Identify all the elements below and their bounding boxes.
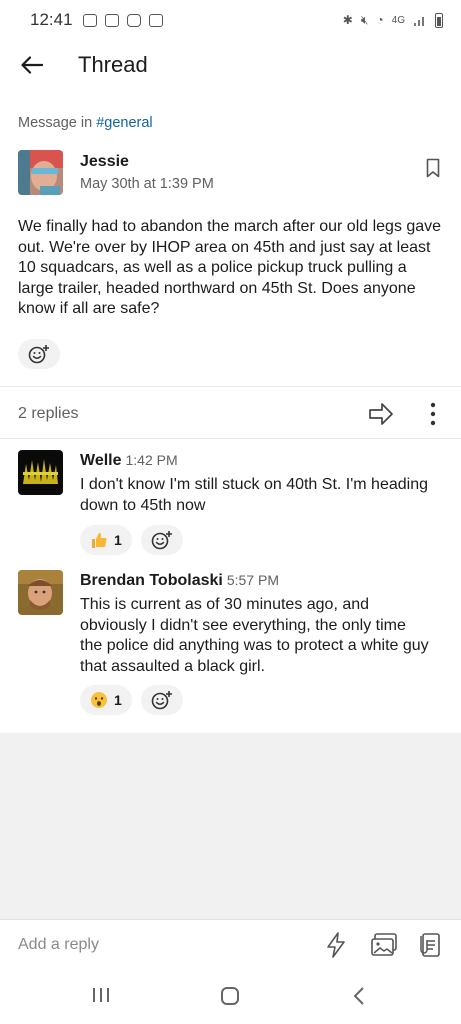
reply-author-line: Welle 1:42 PM: [80, 452, 178, 470]
system-nav-bar: [0, 972, 461, 1024]
network-label: 4G: [391, 14, 405, 26]
reaction-count: 1: [114, 692, 122, 708]
chevron-left-icon: [353, 987, 364, 1005]
home-icon: [221, 987, 239, 1005]
recent-apps-button[interactable]: [92, 986, 110, 1009]
more-vertical-icon: [430, 402, 436, 426]
shortcuts-button[interactable]: [326, 932, 346, 963]
reaction-pill[interactable]: 1: [80, 525, 132, 555]
reply-time: 1:42 PM: [125, 452, 178, 468]
author-name[interactable]: Welle: [80, 452, 122, 469]
home-button[interactable]: [220, 986, 240, 1011]
battery-icon: [435, 12, 443, 28]
status-bar: 12:41 ✱ 🔇︎ ◔ 4G: [0, 0, 461, 40]
signal-icon: [414, 16, 424, 26]
gallery-notification-icon: [104, 13, 119, 27]
recent-apps-icon: [93, 988, 109, 1002]
reply-body: This is current as of 30 minutes ago, an…: [80, 596, 429, 675]
empty-thread-area: [0, 733, 461, 919]
instagram-notification-icon: [126, 13, 141, 27]
bookmark-button[interactable]: [426, 158, 440, 178]
attachment-button[interactable]: [417, 932, 441, 963]
author-name[interactable]: Brendan Tobolaski: [80, 572, 223, 589]
image-gallery-icon: [371, 933, 397, 956]
reply-author-line: Brendan Tobolaski 5:57 PM: [80, 572, 279, 590]
author-name[interactable]: Jessie: [80, 153, 129, 171]
add-reaction-icon: [151, 691, 172, 710]
arrow-left-icon: [21, 56, 43, 74]
photo-button[interactable]: [370, 932, 398, 963]
reaction-pill[interactable]: 1: [80, 685, 132, 715]
add-reaction-icon: [151, 531, 172, 550]
channel-link[interactable]: #general: [96, 115, 152, 131]
bookmark-icon: [426, 158, 440, 178]
message-context: Message in #general: [18, 115, 153, 131]
avatar[interactable]: [18, 570, 63, 615]
wifi-icon: ◔: [376, 13, 384, 27]
message-notification-icon: [82, 13, 97, 27]
avatar[interactable]: [18, 150, 63, 195]
reply-count: 2 replies: [18, 405, 79, 422]
reply-input[interactable]: Add a reply: [18, 936, 99, 954]
status-right-icons: ✱ 🔇︎ ◔ 4G: [342, 12, 443, 28]
avatar-image: [18, 150, 63, 195]
divider: [0, 386, 461, 387]
reply-body: I don't know I'm still stuck on 40th St.…: [80, 476, 428, 514]
add-reaction-button[interactable]: [141, 525, 183, 555]
message-body: We finally had to abandon the march afte…: [18, 218, 442, 317]
avatar[interactable]: [18, 450, 63, 495]
more-options-button[interactable]: [426, 401, 440, 427]
page-title: Thread: [78, 52, 148, 77]
reaction-count: 1: [114, 532, 122, 548]
add-reaction-button[interactable]: [141, 685, 183, 715]
avatar-image: [18, 450, 63, 495]
lightning-icon: [327, 932, 345, 958]
system-back-button[interactable]: [352, 986, 366, 1011]
add-reaction-button[interactable]: [18, 339, 60, 369]
context-prefix: Message in: [18, 115, 97, 131]
hushed-face-icon: [91, 692, 107, 708]
share-button[interactable]: [368, 402, 394, 426]
mute-icon: 🔇︎: [360, 12, 369, 27]
reply-composer: Add a reply: [0, 919, 461, 971]
thumbs-up-icon: [92, 533, 107, 548]
message-date: May 30th at 1:39 PM: [80, 176, 214, 192]
share-arrow-icon: [369, 403, 393, 425]
divider: [0, 438, 461, 439]
thread-header: Thread: [0, 40, 461, 90]
gmail-notification-icon: [148, 13, 163, 27]
back-button[interactable]: [18, 51, 46, 79]
notification-icons: [82, 13, 163, 27]
bluetooth-icon: ✱: [342, 13, 353, 27]
replies-bar: 2 replies: [0, 390, 461, 438]
add-reaction-icon: [28, 345, 49, 364]
avatar-image: [18, 570, 63, 615]
reply-time: 5:57 PM: [226, 572, 279, 588]
clipboard-attach-icon: [420, 933, 440, 957]
status-time: 12:41: [30, 10, 73, 29]
